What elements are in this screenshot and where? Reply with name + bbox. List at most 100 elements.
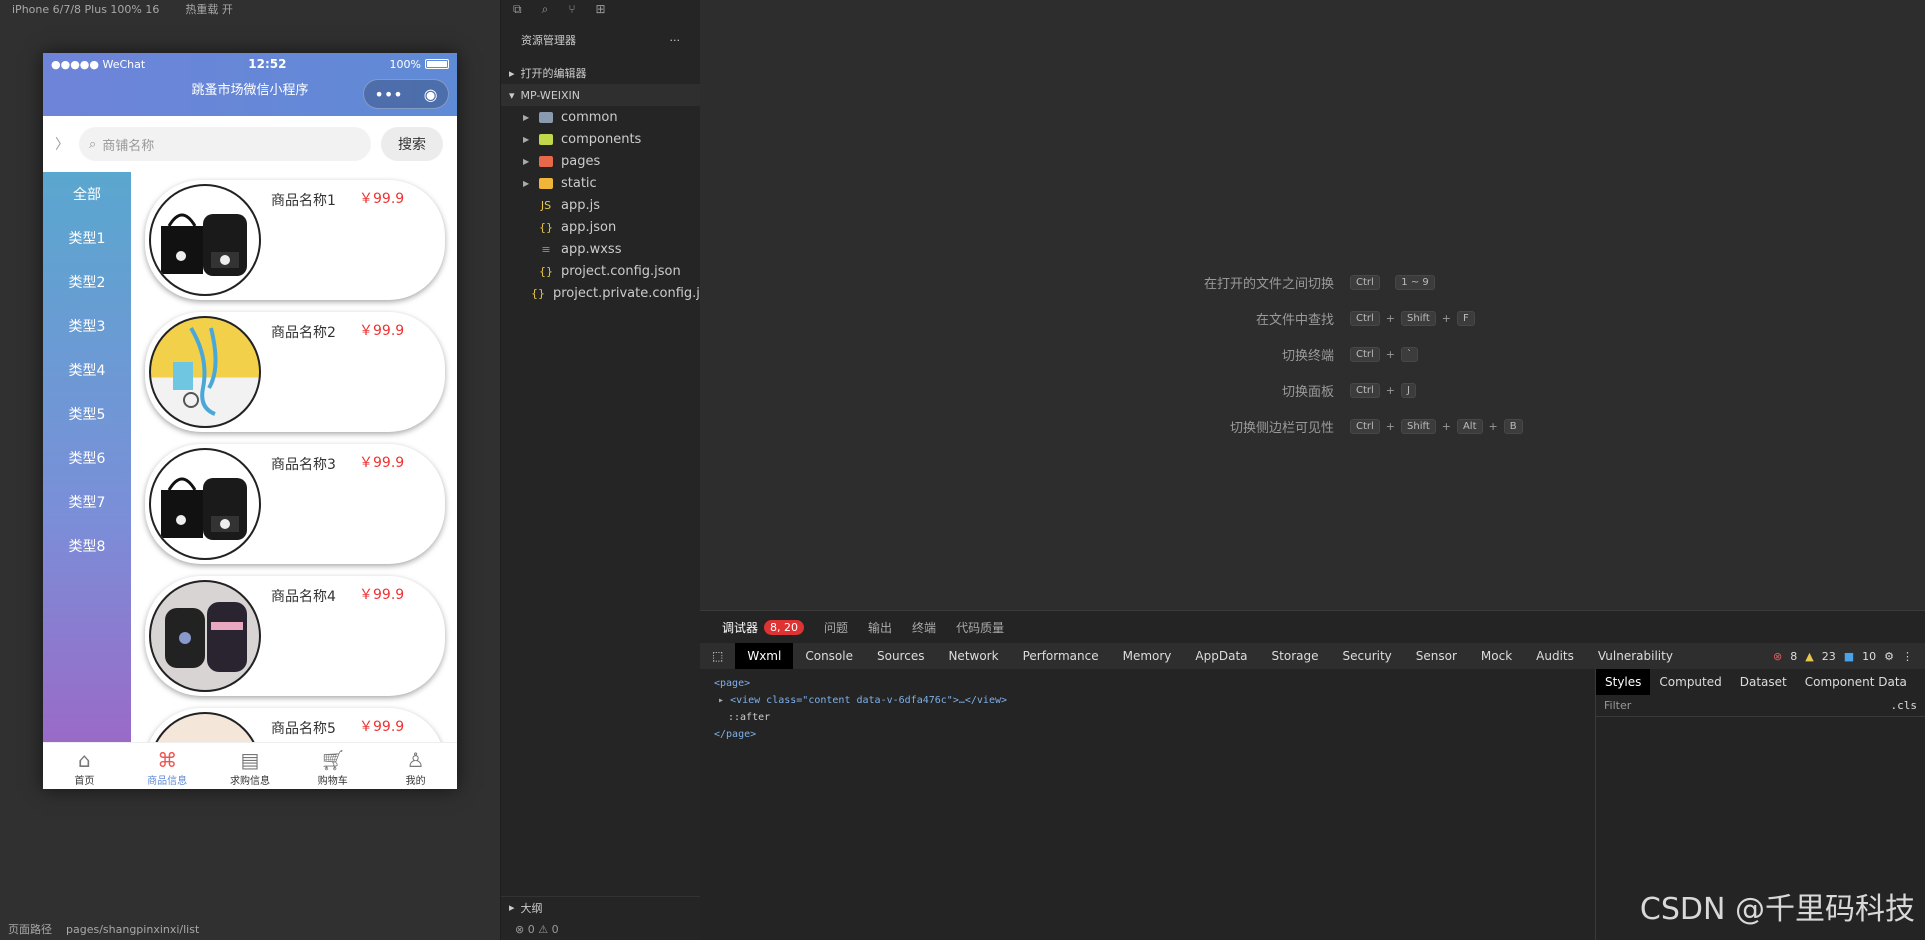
tab-dataset[interactable]: Dataset	[1731, 669, 1796, 695]
page-path[interactable]: pages/shangpinxinxi/list	[66, 923, 199, 936]
tab-me[interactable]: ♙ 我的	[374, 743, 457, 789]
tip-label: 在文件中查找	[1255, 312, 1334, 328]
simulator-panel: iPhone 6/7/8 Plus 100% 16 热重载 开 ●●●●● We…	[0, 0, 500, 940]
problems-status[interactable]: ⊗ 0 ⚠ 0	[501, 918, 700, 940]
category-item[interactable]: 类型8	[43, 524, 131, 568]
plus: +	[1385, 347, 1396, 361]
file-item[interactable]: {} app.json	[501, 216, 700, 238]
simulator-toolbar: iPhone 6/7/8 Plus 100% 16 热重载 开	[0, 0, 500, 18]
shortcut-tip: 切换侧边栏可见性 Ctrl + Shift + Alt + B	[1050, 408, 1523, 444]
search-input[interactable]: ⌕ 商铺名称	[79, 127, 371, 161]
tab-network[interactable]: Network	[936, 643, 1010, 669]
battery-icon	[424, 59, 449, 69]
tab-wxml[interactable]: Wxml	[735, 643, 794, 669]
tab-security[interactable]: Security	[1330, 643, 1403, 669]
filter-input[interactable]: Filter	[1604, 699, 1631, 712]
category-item[interactable]: 全部	[43, 172, 131, 216]
tab-styles[interactable]: Styles	[1596, 669, 1651, 695]
file-item[interactable]: {} project.private.config.js...	[501, 282, 719, 304]
content-area: 全部 类型1 类型2 类型3 类型4 类型5 类型6 类型7 类型8 商品名称1…	[43, 172, 457, 742]
wxml-node[interactable]: </page>	[714, 726, 1581, 743]
folder-item[interactable]: ▶ pages	[501, 150, 700, 172]
error-badge: 8, 20	[764, 619, 805, 635]
tab-output[interactable]: 输出	[868, 619, 892, 636]
wxml-node[interactable]: <page>	[714, 675, 1581, 692]
tip-label: 切换面板	[1281, 384, 1334, 400]
gear-icon[interactable]: ⚙	[1884, 650, 1894, 663]
expand-icon[interactable]: ▸	[718, 695, 724, 706]
page-path-label[interactable]: 页面路径	[8, 921, 52, 937]
inspect-icon[interactable]: ⬚	[700, 643, 735, 669]
key: F	[1456, 310, 1475, 326]
wechat-capsule[interactable]: ••• ◉	[363, 79, 449, 109]
device-select[interactable]: iPhone 6/7/8 Plus 100% 16	[12, 3, 159, 16]
open-editors-section[interactable]: ▸ 打开的编辑器	[501, 62, 700, 84]
hot-reload-toggle[interactable]: 热重载 开	[185, 1, 233, 17]
tab-vulnerability[interactable]: Vulnerability	[1586, 643, 1685, 669]
category-item[interactable]: 类型5	[43, 392, 131, 436]
category-item[interactable]: 类型6	[43, 436, 131, 480]
goods-card[interactable]: 商品名称3 ￥99.9	[145, 444, 445, 564]
tab-memory[interactable]: Memory	[1111, 643, 1184, 669]
folder-item[interactable]: ▶ common	[501, 106, 700, 128]
tab-mock[interactable]: Mock	[1469, 643, 1524, 669]
tab-terminal[interactable]: 终端	[912, 619, 936, 636]
tab-problems[interactable]: 问题	[824, 619, 848, 636]
tab-performance[interactable]: Performance	[1011, 643, 1111, 669]
category-item[interactable]: 类型2	[43, 260, 131, 304]
file-item[interactable]: JS app.js	[501, 194, 700, 216]
tab-requests[interactable]: ▤ 求购信息	[209, 743, 292, 789]
error-count: 8	[1790, 649, 1798, 663]
cls-button[interactable]: .cls	[1891, 699, 1918, 712]
tab-storage[interactable]: Storage	[1260, 643, 1331, 669]
folder-item[interactable]: ▶ components	[501, 128, 700, 150]
goods-card[interactable]: 商品名称5 ￥99.9	[145, 708, 445, 742]
goods-card[interactable]: 商品名称4 ￥99.9	[145, 576, 445, 696]
search-button[interactable]: 搜索	[381, 127, 443, 161]
category-item[interactable]: 类型7	[43, 480, 131, 524]
file-item[interactable]: {} project.config.json	[501, 260, 700, 282]
goods-card[interactable]: 商品名称1 ￥99.9	[145, 180, 445, 300]
category-item[interactable]: 类型4	[43, 348, 131, 392]
project-section[interactable]: ▾ MP-WEIXIN	[501, 84, 700, 106]
close-target-icon[interactable]: ◉	[424, 85, 438, 104]
goods-card[interactable]: 商品名称2 ￥99.9	[145, 312, 445, 432]
wxml-pseudo[interactable]: ::after	[714, 709, 1581, 726]
battery-percent: 100%	[389, 57, 421, 71]
category-item[interactable]: 类型3	[43, 304, 131, 348]
outline-section[interactable]: ▸ 大纲	[501, 896, 700, 918]
tab-audits[interactable]: Audits	[1524, 643, 1586, 669]
tab-code-quality[interactable]: 代码质量	[956, 619, 1004, 636]
more-icon[interactable]: •••	[374, 85, 402, 104]
file-item[interactable]: ≡ app.wxss	[501, 238, 700, 260]
explorer-title: 资源管理器	[521, 34, 576, 47]
item-label: static	[561, 175, 597, 191]
chevron-right-icon[interactable]: 〉	[55, 134, 69, 154]
tab-sources[interactable]: Sources	[865, 643, 936, 669]
status-bar: ●●●●● WeChat 12:52 100%	[43, 53, 457, 75]
folder-item[interactable]: ▶ static	[501, 172, 700, 194]
extensions-icon[interactable]: ⊞	[596, 2, 606, 16]
category-item[interactable]: 类型1	[43, 216, 131, 260]
kebab-icon[interactable]: ⋮	[1902, 650, 1913, 663]
item-label: pages	[561, 153, 601, 169]
tab-bar: ⌂ 首页 ⌘ 商品信息 ▤ 求购信息 🛒︎ 购物车 ♙ 我的	[43, 742, 457, 789]
tab-debugger[interactable]: 调试器 8, 20	[722, 619, 805, 636]
tab-computed[interactable]: Computed	[1650, 669, 1730, 695]
tab-home[interactable]: ⌂ 首页	[43, 743, 126, 789]
wxml-node[interactable]: <view class="content data-v-6dfa476c">…<…	[730, 695, 1007, 706]
key: Shift	[1401, 310, 1436, 326]
chevron-right-icon: ▶	[523, 178, 530, 188]
tab-appdata[interactable]: AppData	[1183, 643, 1259, 669]
git-icon[interactable]: ⑂	[568, 2, 575, 16]
tab-sensor[interactable]: Sensor	[1404, 643, 1469, 669]
more-icon[interactable]: ···	[670, 34, 681, 47]
search-icon[interactable]: ⌕	[542, 2, 549, 17]
wxml-node-row[interactable]: ▸ <view class="content data-v-6dfa476c">…	[714, 692, 1581, 709]
issue-counts[interactable]: ⊗ 8 ▲ 23 ■ 10 ⚙ ⋮	[1773, 650, 1925, 663]
tab-cart[interactable]: 🛒︎ 购物车	[291, 743, 374, 789]
tab-console[interactable]: Console	[793, 643, 865, 669]
files-icon[interactable]: ⧉	[513, 2, 522, 17]
tab-component-data[interactable]: Component Data	[1796, 669, 1916, 695]
tab-goods[interactable]: ⌘ 商品信息	[126, 743, 209, 789]
